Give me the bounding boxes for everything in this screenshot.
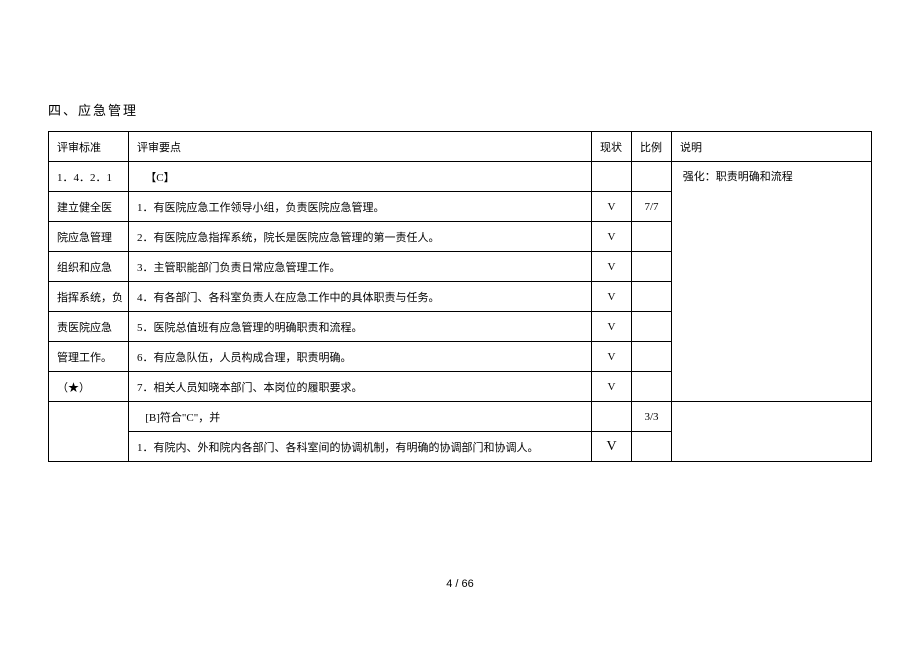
criteria-line: 建立健全医 xyxy=(49,192,129,222)
ratio-cell xyxy=(632,372,672,402)
status-cell: V xyxy=(592,372,632,402)
status-cell: V xyxy=(592,342,632,372)
header-points: 评审要点 xyxy=(129,132,592,162)
criteria-empty xyxy=(49,402,129,462)
status-cell xyxy=(592,162,632,192)
status-cell: V xyxy=(592,432,632,462)
ratio-cell xyxy=(632,162,672,192)
point-text: 6．有应急队伍，人员构成合理，职责明确。 xyxy=(129,342,592,372)
status-cell: V xyxy=(592,312,632,342)
ratio-cell xyxy=(632,312,672,342)
section-b-label: [B]符合"C"，并 xyxy=(129,402,592,432)
header-note: 说明 xyxy=(672,132,872,162)
header-ratio: 比例 xyxy=(632,132,672,162)
criteria-code-cell: 1．4．2．1 xyxy=(49,162,129,192)
note-cell xyxy=(672,402,872,462)
criteria-line: 指挥系统，负 xyxy=(49,282,129,312)
point-text: 2．有医院应急指挥系统，院长是医院应急管理的第一责任人。 xyxy=(129,222,592,252)
point-text: 1．有医院应急工作领导小组，负责医院应急管理。 xyxy=(129,192,592,222)
ratio-cell xyxy=(632,222,672,252)
table-row: [B]符合"C"，并 3/3 xyxy=(49,402,872,432)
status-cell: V xyxy=(592,252,632,282)
point-text: 5．医院总值班有应急管理的明确职责和流程。 xyxy=(129,312,592,342)
ratio-cell xyxy=(632,432,672,462)
status-cell: V xyxy=(592,192,632,222)
status-cell: V xyxy=(592,282,632,312)
criteria-line: 院应急管理 xyxy=(49,222,129,252)
criteria-line: （★） xyxy=(49,372,129,402)
note-cell: 强化：职责明确和流程 xyxy=(672,162,872,402)
ratio-cell xyxy=(632,282,672,312)
ratio-cell xyxy=(632,342,672,372)
table-row: 1．4．2．1 【C】 强化：职责明确和流程 xyxy=(49,162,872,192)
point-text: 1．有院内、外和院内各部门、各科室间的协调机制，有明确的协调部门和协调人。 xyxy=(129,432,592,462)
ratio-cell: 7/7 xyxy=(632,192,672,222)
status-cell xyxy=(592,402,632,432)
ratio-cell: 3/3 xyxy=(632,402,672,432)
table-header-row: 评审标准 评审要点 现状 比例 说明 xyxy=(49,132,872,162)
point-text: 4．有各部门、各科室负责人在应急工作中的具体职责与任务。 xyxy=(129,282,592,312)
point-text: 7．相关人员知晓本部门、本岗位的履职要求。 xyxy=(129,372,592,402)
header-status: 现状 xyxy=(592,132,632,162)
point-text: 3．主管职能部门负责日常应急管理工作。 xyxy=(129,252,592,282)
evaluation-table: 评审标准 评审要点 现状 比例 说明 1．4．2．1 【C】 强化：职责明确和流… xyxy=(48,131,872,462)
section-c-label: 【C】 xyxy=(129,162,592,192)
page-footer: 4 / 66 xyxy=(0,578,920,590)
status-cell: V xyxy=(592,222,632,252)
ratio-cell xyxy=(632,252,672,282)
criteria-line: 责医院应急 xyxy=(49,312,129,342)
criteria-line: 组织和应急 xyxy=(49,252,129,282)
section-title: 四、应急管理 xyxy=(48,100,872,119)
header-criteria: 评审标准 xyxy=(49,132,129,162)
criteria-line: 管理工作。 xyxy=(49,342,129,372)
